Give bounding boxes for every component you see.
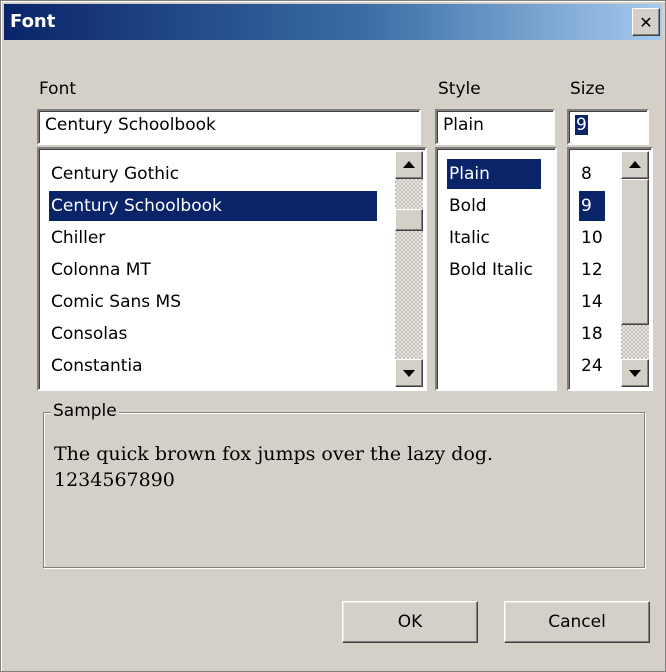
size-list[interactable]: 8 9 10 12 14 18 24 <box>567 147 653 391</box>
sample-line-2: 1234567890 <box>54 469 175 491</box>
font-size-value: 9 <box>575 115 588 135</box>
arrow-up-icon <box>403 161 415 168</box>
sample-preview: The quick brown fox jumps over the lazy … <box>54 441 493 493</box>
font-list-scrollbar[interactable] <box>395 151 423 387</box>
size-list-scrollbar[interactable] <box>621 151 649 387</box>
style-list-item[interactable]: Plain <box>447 159 541 189</box>
scroll-down-button[interactable] <box>395 359 423 387</box>
font-list-item[interactable]: Consolas <box>49 319 377 349</box>
font-list-item[interactable]: Chiller <box>49 223 377 253</box>
cancel-button[interactable]: Cancel <box>504 601 650 643</box>
scroll-thumb[interactable] <box>395 209 423 231</box>
style-list-item[interactable]: Bold Italic <box>447 255 541 285</box>
font-list-item[interactable]: Colonna MT <box>49 255 377 285</box>
sample-legend: Sample <box>51 401 119 421</box>
font-name-value: Century Schoolbook <box>45 115 216 135</box>
close-icon: ✕ <box>639 13 653 32</box>
font-list[interactable]: Century Gothic Century Schoolbook Chiller C… <box>37 147 427 391</box>
scroll-down-button[interactable] <box>621 359 649 387</box>
font-list-item[interactable]: Comic Sans MS <box>49 287 377 317</box>
scroll-up-button[interactable] <box>395 151 423 179</box>
size-list-item[interactable]: 9 <box>579 191 605 221</box>
arrow-down-icon <box>629 370 641 377</box>
font-list-item[interactable]: Century Schoolbook <box>49 191 377 221</box>
size-label: Size <box>570 79 605 99</box>
arrow-down-icon <box>403 370 415 377</box>
size-list-item[interactable]: 14 <box>579 287 605 317</box>
size-list-item[interactable]: 18 <box>579 319 605 349</box>
sample-line-1: The quick brown fox jumps over the lazy … <box>54 443 494 465</box>
title-bar[interactable]: Font ✕ <box>4 4 662 40</box>
style-list[interactable]: Plain Bold Italic Bold Italic <box>435 147 557 391</box>
size-list-item[interactable]: 8 <box>579 159 605 189</box>
scroll-up-button[interactable] <box>621 151 649 179</box>
font-list-item[interactable]: Century Gothic <box>49 159 377 189</box>
size-list-item[interactable]: 24 <box>579 351 605 381</box>
font-style-field[interactable]: Plain <box>435 109 555 145</box>
font-dialog: Font ✕ Font Style Size Century Schoolboo… <box>0 0 666 672</box>
style-label: Style <box>438 79 481 99</box>
dialog-title: Font <box>10 11 56 32</box>
font-list-item[interactable]: Constantia <box>49 351 377 381</box>
size-list-item[interactable]: 12 <box>579 255 605 285</box>
font-size-field[interactable]: 9 <box>567 109 649 145</box>
size-list-item[interactable]: 10 <box>579 223 605 253</box>
ok-button[interactable]: OK <box>342 601 478 643</box>
font-name-field[interactable]: Century Schoolbook <box>37 109 421 145</box>
sample-group: Sample The quick brown fox jumps over th… <box>43 401 645 568</box>
style-list-item[interactable]: Italic <box>447 223 541 253</box>
font-style-value: Plain <box>443 115 484 135</box>
font-label: Font <box>39 79 77 99</box>
arrow-up-icon <box>629 161 641 168</box>
scroll-thumb[interactable] <box>621 179 649 325</box>
close-button[interactable]: ✕ <box>632 8 660 36</box>
style-list-item[interactable]: Bold <box>447 191 541 221</box>
